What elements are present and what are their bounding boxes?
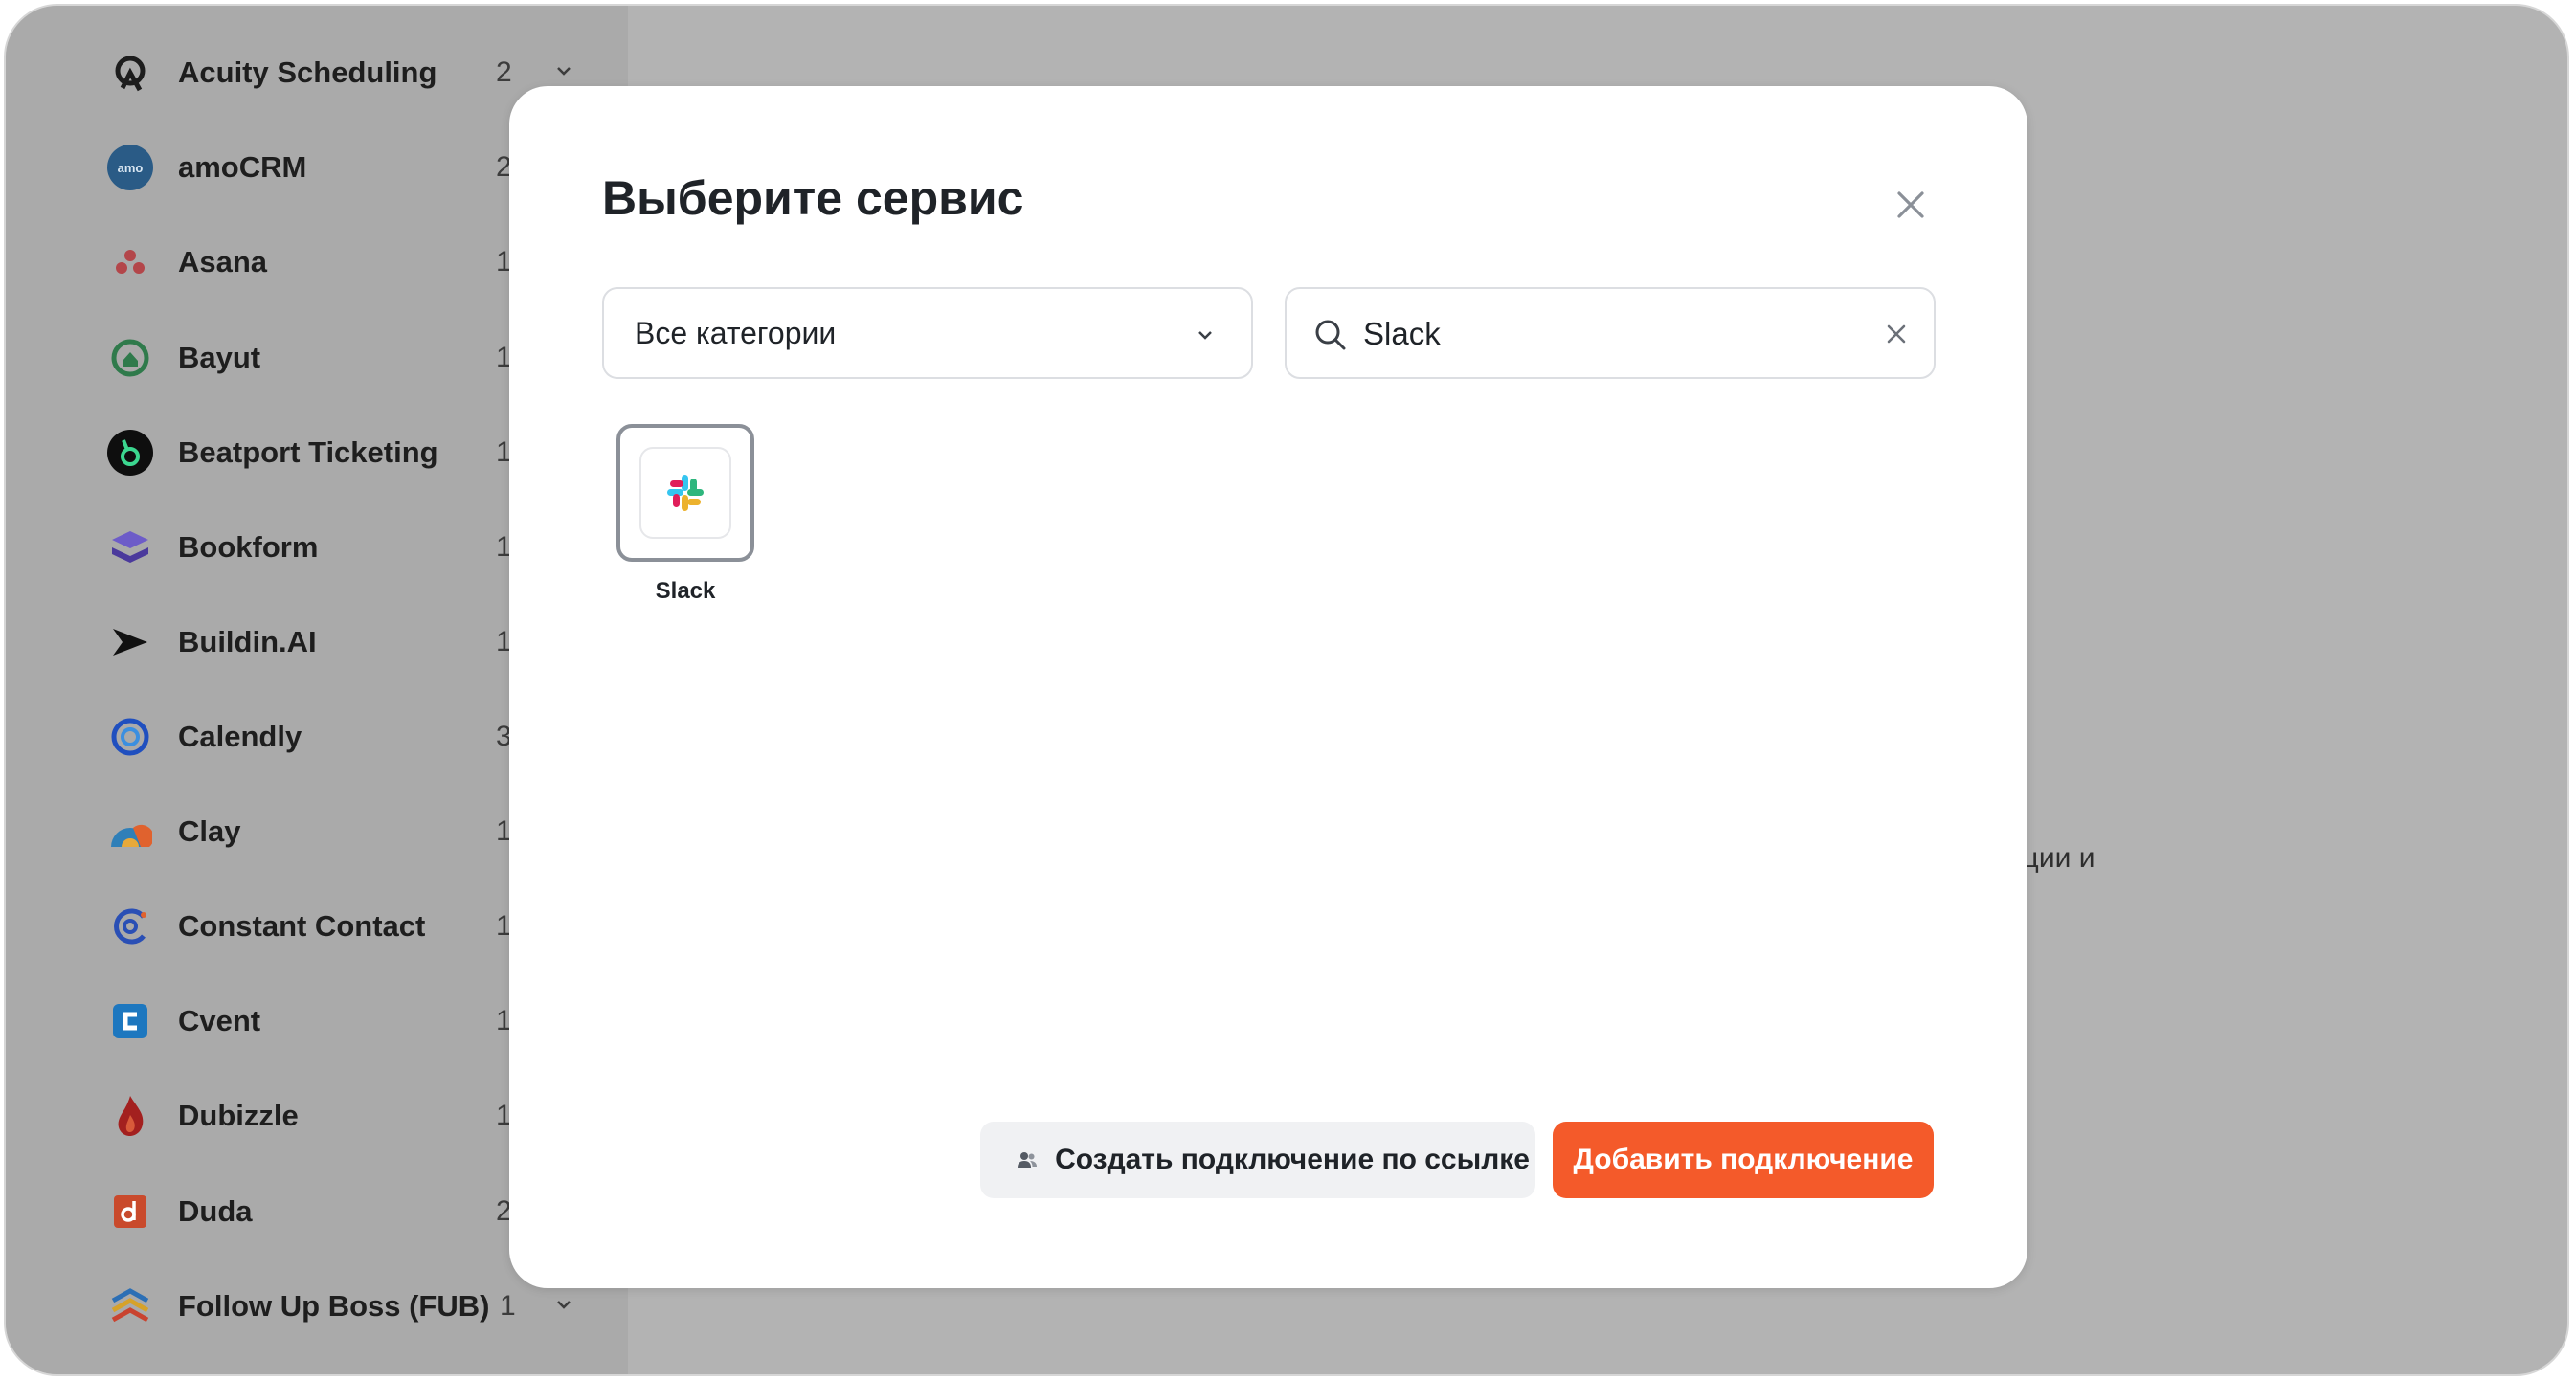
add-connection-button[interactable]: Добавить подключение — [1553, 1122, 1934, 1198]
search-input[interactable] — [1363, 308, 1842, 360]
sidebar-item-label: Beatport Ticketing — [178, 435, 438, 469]
chevron-down-icon[interactable] — [552, 59, 575, 82]
beatport-icon — [107, 430, 153, 476]
modal-title: Выберите сервис — [602, 171, 1024, 225]
amocrm-icon: amo — [107, 145, 153, 190]
dubizzle-icon — [107, 1093, 153, 1139]
select-service-modal: Выберите сервис Все категории Slack Slac… — [509, 86, 2027, 1288]
clay-icon — [107, 809, 153, 855]
search-field[interactable] — [1285, 287, 1936, 379]
chevron-down-icon — [1198, 331, 1212, 340]
category-select[interactable]: Все категории — [602, 287, 1253, 379]
calendly-icon — [107, 714, 153, 760]
sidebar-item-label: Asana — [178, 245, 268, 278]
slack-icon — [667, 475, 704, 511]
create-link-connection-button[interactable]: Создать подключение по ссылке — [980, 1122, 1535, 1198]
service-card-slack[interactable] — [616, 424, 754, 562]
sidebar-item-label: Cvent — [178, 1004, 261, 1037]
sidebar-item-label: Duda — [178, 1194, 253, 1228]
sidebar-item-count: 1 — [500, 1290, 516, 1322]
chevron-down-icon[interactable] — [552, 1293, 575, 1316]
service-tile — [639, 447, 731, 539]
sidebar-item-label: Bayut — [178, 341, 261, 374]
bookform-icon — [107, 524, 153, 570]
sidebar-item-label: Buildin.AI — [178, 625, 317, 658]
fub-icon — [107, 1283, 153, 1329]
sidebar-item-label: Bookform — [178, 530, 319, 564]
sidebar-item-label: Constant Contact — [178, 909, 426, 943]
sidebar-item-label: amoCRM — [178, 150, 307, 184]
bayut-icon — [107, 335, 153, 381]
app-window: Acuity Scheduling 2 amo amoCRM 2 Asana 1… — [4, 4, 2569, 1376]
category-select-value: Все категории — [635, 315, 837, 350]
search-icon — [1315, 320, 1346, 350]
close-icon[interactable] — [1890, 184, 1932, 226]
asana-icon — [107, 239, 153, 285]
acuity-icon — [107, 50, 153, 96]
sidebar-item-label: Follow Up Boss (FUB) — [178, 1289, 490, 1323]
service-label-slack: Slack — [655, 578, 716, 604]
sidebar-item-label: Calendly — [178, 720, 302, 753]
constant-contact-icon — [107, 903, 153, 949]
users-icon — [1018, 1151, 1038, 1169]
cvent-icon — [107, 998, 153, 1044]
duda-icon — [107, 1189, 153, 1235]
sidebar-item-label: Acuity Scheduling — [178, 56, 437, 89]
buildin-icon — [107, 619, 153, 665]
sidebar-item-label: Clay — [178, 814, 241, 848]
clear-search-icon[interactable] — [1884, 322, 1909, 346]
create-link-connection-label: Создать подключение по ссылке — [1055, 1144, 1530, 1175]
sidebar-item-label: Dubizzle — [178, 1099, 299, 1132]
sidebar-item-count: 2 — [496, 56, 512, 88]
